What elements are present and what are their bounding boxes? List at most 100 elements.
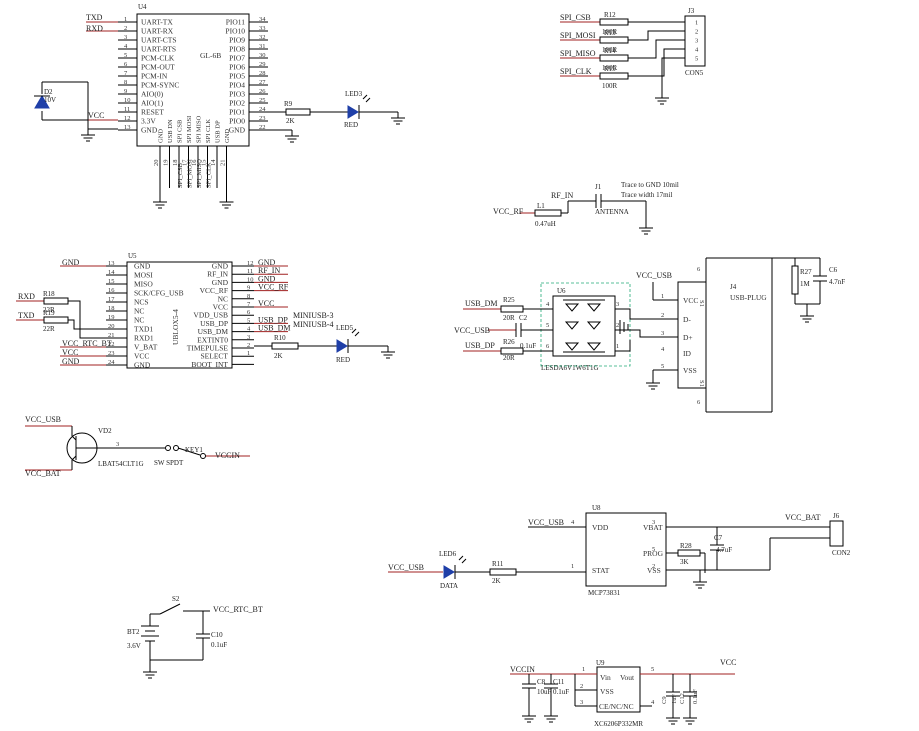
u9-pin-vout: Vout xyxy=(620,673,635,682)
u4-right-pin: GND xyxy=(229,126,246,135)
u5-right-num: 11 xyxy=(247,268,253,275)
vcc-rf-net: VCC_RF xyxy=(493,207,524,216)
u4-right-num: 29 xyxy=(259,61,266,68)
u5-left-num: 15 xyxy=(108,278,115,285)
led6-val: DATA xyxy=(440,582,458,590)
c9-val: 1uF xyxy=(671,694,678,705)
u4-left-num: 12 xyxy=(124,115,131,122)
u4-right-pin: PIO6 xyxy=(229,63,245,72)
u5-part: UBLOX5-4 xyxy=(171,309,180,345)
c7-ref: C7 xyxy=(714,534,723,542)
u4-left-pin: PCM-CLK xyxy=(141,54,175,63)
u4-left-num: 13 xyxy=(124,124,131,131)
r27-ref: R27 xyxy=(800,268,812,276)
u4-right-pin: PIO8 xyxy=(229,45,245,54)
u5-left-net: GND xyxy=(62,258,80,267)
c9-ref: C9 xyxy=(661,696,668,704)
u4-left-pin: AIO(1) xyxy=(141,99,164,108)
c12-ref: C12 xyxy=(679,693,686,704)
j4-part: USB-PLUG xyxy=(730,293,767,302)
r9-ref: R9 xyxy=(284,100,293,108)
j4-pin: VSS xyxy=(683,366,697,375)
j4-pin-num: 4 xyxy=(661,346,665,353)
j4-pin: D- xyxy=(683,315,691,324)
u5-left-pin: SCK/CFG_USB xyxy=(134,289,184,298)
vd2-ref: VD2 xyxy=(98,427,112,435)
u5-left-pin: GND xyxy=(134,262,151,271)
j3-res-ref: R15 xyxy=(604,65,616,73)
u4-left-pin: PCM-SYNC xyxy=(141,81,179,90)
u4-right-num: 30 xyxy=(259,52,266,59)
u4-bottom-pin: GND xyxy=(158,129,165,143)
u9-num-3: 3 xyxy=(580,699,583,706)
u5-left-num: 19 xyxy=(108,314,115,321)
r28-resistor xyxy=(677,549,701,557)
r19-resistor xyxy=(43,316,69,324)
r11-val: 2K xyxy=(492,577,501,585)
c10-val: 0.1uF xyxy=(211,641,227,649)
key1-part: SW SPDT xyxy=(154,459,184,467)
j4-s1-bottom: S1 xyxy=(698,380,705,387)
key1-contact-c xyxy=(200,453,206,459)
rf-note-2: Trace width 17mil xyxy=(621,191,673,199)
u4-right-pin: PIO5 xyxy=(229,72,245,81)
j3-resistor xyxy=(599,72,629,80)
r10-resistor xyxy=(271,342,299,350)
d2-ref: D2 xyxy=(44,88,53,96)
led5-diode xyxy=(336,339,348,353)
u5-left-num: 16 xyxy=(108,287,115,294)
c7-val: 4.7uF xyxy=(716,546,732,554)
u4-bottom-pin: GND xyxy=(224,129,231,143)
r18-resistor xyxy=(43,297,69,305)
usb-section: U6 LESDA6V1W6T1G USB_DM R25 20R VCC_USB … xyxy=(454,257,845,413)
u4-left-pin: GND xyxy=(141,126,158,135)
u4-right-pin: PIO1 xyxy=(229,108,245,117)
r27-val: 1M xyxy=(800,280,811,288)
r9-val: 2K xyxy=(286,117,295,125)
r25-val: 20R xyxy=(503,314,515,322)
u8-vcc-usb-net: VCC_USB xyxy=(528,518,564,527)
u5-right-num: 1 xyxy=(247,350,250,357)
u4-ref: U4 xyxy=(138,3,147,11)
u4-right-num: 22 xyxy=(259,124,266,131)
u8-num-3: 3 xyxy=(652,519,655,526)
c8-ref: C8 xyxy=(537,678,546,686)
u4-right-num: 34 xyxy=(259,16,266,23)
vccin-net: VCCIN xyxy=(215,451,240,460)
rf-note-1: Trace to GND 10mil xyxy=(621,181,679,189)
u4-right-num: 32 xyxy=(259,34,266,41)
u5-left-pin: NC xyxy=(134,307,144,316)
u6-pin-2: 2 xyxy=(616,322,619,329)
j4-pin-num: 3 xyxy=(661,330,664,337)
r27-resistor xyxy=(791,265,799,295)
c11-val: 0.1uF xyxy=(553,688,569,696)
u6-ref: U6 xyxy=(557,287,566,295)
j6-body xyxy=(829,520,844,547)
u4-bottom-net: SPI_CSB xyxy=(177,162,184,188)
u5-left-net: VCC xyxy=(62,348,78,357)
u5-left-pin: VCC xyxy=(134,352,149,361)
u5-left-num: 18 xyxy=(108,305,115,312)
u4-left-pin: UART-RTS xyxy=(141,45,176,54)
j6-part: CON2 xyxy=(832,549,851,557)
u4-rxd-net: RXD xyxy=(86,24,103,33)
j4-pin-num: 2 xyxy=(661,312,664,319)
schematic-canvas: U4 GL-6B 1 UART-TX 2 UART-RX 3 UART-CTS 4 UART-… xyxy=(16,3,851,728)
u9-ref: U9 xyxy=(596,659,605,667)
u5-left-num: 13 xyxy=(108,260,115,267)
l1-inductor xyxy=(534,209,562,217)
u6-pin-4: 4 xyxy=(546,301,550,308)
u5-right-net: VCC_RF xyxy=(258,283,289,292)
r11-resistor xyxy=(489,568,517,576)
u4-bottom-net: SPI_CLK xyxy=(206,162,213,188)
u5-left-num: 23 xyxy=(108,350,115,357)
j1-val: ANTENNA xyxy=(595,208,629,216)
u4-bottom-net: SPI_MISO xyxy=(196,159,203,188)
j4-shield-top: 6 xyxy=(697,266,701,273)
usb-vcc-usb-net: VCC_USB xyxy=(454,326,490,335)
led3-ref: LED3 xyxy=(345,90,363,98)
u9-vcc-net: VCC xyxy=(720,658,736,667)
r25-ref: R25 xyxy=(503,296,515,304)
u8-num-2: 2 xyxy=(652,563,655,570)
vd2-pin3: 3 xyxy=(116,441,119,448)
